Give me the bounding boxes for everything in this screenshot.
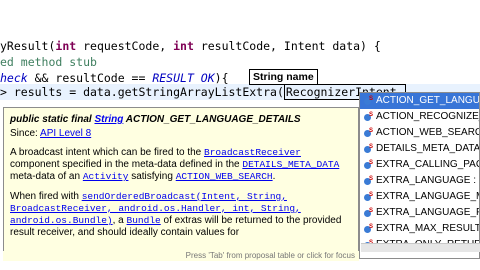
static-field-icon <box>364 171 373 187</box>
doc-text: component specified in the meta-data def… <box>10 159 243 170</box>
code-text: && resultCode == <box>27 71 153 85</box>
static-field-icon <box>364 123 373 139</box>
javadoc-popup[interactable]: public static final String ACTION_GET_LA… <box>3 107 359 259</box>
proposal-label: ACTION_GET_LANGUAG <box>376 95 480 106</box>
parameter-hint: String name <box>249 69 318 85</box>
proposal-item[interactable]: DETAILS_META_DATA : <box>360 139 480 157</box>
static-field-icon <box>364 155 373 171</box>
static-field-icon <box>364 203 373 219</box>
proposal-item[interactable]: ACTION_WEB_SEARCH <box>360 123 480 141</box>
since-line: Since: API Level 8 <box>10 128 352 139</box>
proposal-label: ACTION_RECOGNIZE_S <box>376 111 480 122</box>
static-field-icon <box>364 139 373 155</box>
proposal-item[interactable]: EXTRA_CALLING_PACKA <box>360 155 479 173</box>
code-text: requestCode, <box>76 39 174 53</box>
proposal-label: EXTRA_LANGUAGE_MO <box>376 191 479 202</box>
proposal-label: EXTRA_LANGUAGE : St <box>376 175 480 186</box>
proposal-scrollbar[interactable] <box>361 243 480 252</box>
proposal-item[interactable]: EXTRA_LANGUAGE_MO <box>360 187 479 205</box>
doc-text: meta-data of an <box>10 171 83 182</box>
code-editor[interactable]: yResult(int requestCode, int resultCode,… <box>0 0 480 270</box>
api-level-link[interactable]: API Level 8 <box>40 128 91 139</box>
type-link[interactable]: String <box>94 114 123 125</box>
proposal-item[interactable]: EXTRA_MAX_RESULTS : <box>360 219 480 237</box>
description-paragraph-2: When fired with sendOrderedBroadcast(Int… <box>10 191 352 239</box>
code-text: heck <box>0 71 28 85</box>
proposal-item[interactable]: ACTION_GET_LANGUAG <box>360 93 479 109</box>
constant: RESULT_OK <box>152 71 215 85</box>
action-web-search-link[interactable]: ACTION_WEB_SEARCH <box>176 171 273 182</box>
proposal-label: EXTRA_MAX_RESULTS : <box>376 223 480 234</box>
static-field-icon <box>364 187 373 203</box>
focus-hint: Press 'Tab' from proposal table or click… <box>3 251 359 261</box>
doc-text: . <box>272 171 276 182</box>
proposal-item[interactable]: ACTION_RECOGNIZE_S <box>360 107 480 125</box>
proposal-item[interactable]: EXTRA_LANGUAGE : St <box>360 171 480 189</box>
proposal-label: ACTION_WEB_SEARCH <box>376 127 480 138</box>
signature-modifiers: public static final <box>10 114 95 125</box>
code-line-2: ed method stub <box>0 55 97 69</box>
activity-link[interactable]: Activity <box>83 171 129 182</box>
keyword: int <box>55 39 77 53</box>
static-field-icon <box>364 219 373 235</box>
static-field-icon <box>364 93 373 107</box>
code-text: yResult( <box>0 39 56 53</box>
details-meta-data-link[interactable]: DETAILS_META_DATA <box>242 159 339 170</box>
field-signature: public static final String ACTION_GET_LA… <box>10 114 352 125</box>
doc-text: A broadcast intent which can be fired to… <box>10 147 205 158</box>
static-field-icon <box>364 107 373 123</box>
description-paragraph-1: A broadcast intent which can be fired to… <box>10 147 352 183</box>
doc-text: satisfying <box>128 171 176 182</box>
proposal-label: DETAILS_META_DATA : <box>376 143 480 154</box>
proposal-item[interactable]: EXTRA_LANGUAGE_PRE <box>360 203 479 221</box>
keyword: int <box>173 39 194 53</box>
proposal-label: EXTRA_LANGUAGE_PRE <box>376 207 479 218</box>
code-text: resultCode, Intent data) { <box>193 39 381 53</box>
field-name: ACTION_GET_LANGUAGE_DETAILS <box>123 114 301 125</box>
code-text: ){ <box>214 71 229 85</box>
code-text: > results = data.getStringArrayListExtra… <box>0 85 284 99</box>
bundle-link[interactable]: Bundle <box>127 215 161 226</box>
code-line-1: yResult(int requestCode, int resultCode,… <box>0 38 381 54</box>
doc-text: , a <box>112 215 127 226</box>
proposal-label: EXTRA_CALLING_PACKA <box>376 159 479 170</box>
doc-text: When fired with <box>10 191 82 202</box>
content-assist-list[interactable]: ACTION_GET_LANGUAG ACTION_RECOGNIZE_S AC… <box>359 92 480 259</box>
broadcastreceiver-link[interactable]: BroadcastReceiver <box>204 147 301 158</box>
since-label: Since: <box>10 128 41 139</box>
